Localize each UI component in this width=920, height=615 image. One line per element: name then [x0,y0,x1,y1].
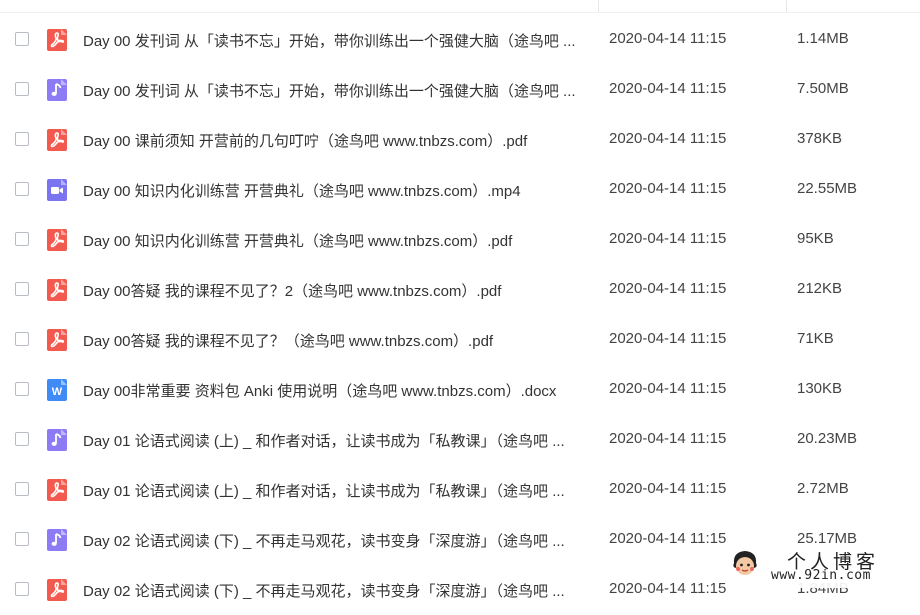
file-list-header [0,0,920,13]
file-size: 130KB [797,380,843,397]
file-name[interactable]: Day 00 知识内化训练营 开营典礼（途鸟吧 www.tnbzs.com）.m… [83,180,588,201]
file-name[interactable]: Day 00 发刊词 从「读书不忘」开始，带你训练出一个强健大脑（途鸟吧 ... [83,80,588,101]
file-name[interactable]: Day 02 论语式阅读 (下) _ 不再走马观花，读书变身「深度游」（途鸟吧 … [83,530,588,551]
file-size: 71KB [797,330,834,347]
file-row[interactable]: Day 01 论语式阅读 (上) _ 和作者对话，让读书成为「私教课」（途鸟吧 … [0,415,920,465]
row-checkbox[interactable] [15,532,29,546]
row-checkbox[interactable] [15,482,29,496]
file-modified-date: 2020-04-14 11:15 [609,80,727,97]
file-list: Day 00 发刊词 从「读书不忘」开始，带你训练出一个强健大脑（途鸟吧 ...… [0,15,920,615]
file-row[interactable]: Day 00 发刊词 从「读书不忘」开始，带你训练出一个强健大脑（途鸟吧 ...… [0,65,920,115]
column-separator[interactable] [598,0,599,12]
pdf-icon [47,579,67,601]
row-checkbox[interactable] [15,432,29,446]
pdf-icon [47,29,67,51]
file-row[interactable]: Day 00答疑 我的课程不见了？（途鸟吧 www.tnbzs.com）.pdf… [0,315,920,365]
audio-icon [47,79,67,101]
file-size: 2.72MB [797,480,849,497]
row-checkbox[interactable] [15,132,29,146]
row-checkbox[interactable] [15,32,29,46]
file-modified-date: 2020-04-14 11:15 [609,380,727,397]
file-row[interactable]: Day 00 知识内化训练营 开营典礼（途鸟吧 www.tnbzs.com）.m… [0,165,920,215]
file-row[interactable]: Day 00 知识内化训练营 开营典礼（途鸟吧 www.tnbzs.com）.p… [0,215,920,265]
watermark: 个人博客 www.92in.com [727,545,920,588]
row-checkbox[interactable] [15,282,29,296]
file-name[interactable]: Day 01 论语式阅读 (上) _ 和作者对话，让读书成为「私教课」（途鸟吧 … [83,480,588,501]
file-row[interactable]: Day 00 课前须知 开营前的几句叮咛（途鸟吧 www.tnbzs.com）.… [0,115,920,165]
file-size: 95KB [797,230,834,247]
row-checkbox[interactable] [15,232,29,246]
row-checkbox[interactable] [15,182,29,196]
row-checkbox[interactable] [15,332,29,346]
svg-text:W: W [52,386,63,398]
file-modified-date: 2020-04-14 11:15 [609,580,727,597]
pdf-icon [47,479,67,501]
row-checkbox[interactable] [15,582,29,596]
file-size: 22.55MB [797,180,858,197]
file-row[interactable]: Day 00 发刊词 从「读书不忘」开始，带你训练出一个强健大脑（途鸟吧 ...… [0,15,920,65]
file-modified-date: 2020-04-14 11:15 [609,30,727,47]
file-name[interactable]: Day 00 知识内化训练营 开营典礼（途鸟吧 www.tnbzs.com）.p… [83,230,588,251]
file-name[interactable]: Day 01 论语式阅读 (上) _ 和作者对话，让读书成为「私教课」（途鸟吧 … [83,430,588,451]
file-size: 7.50MB [797,80,849,97]
watermark-url: www.92in.com [771,568,871,583]
file-modified-date: 2020-04-14 11:15 [609,330,727,347]
file-name[interactable]: Day 00非常重要 资料包 Anki 使用说明（途鸟吧 www.tnbzs.c… [83,380,588,401]
pdf-icon [47,329,67,351]
pdf-icon [47,229,67,251]
audio-icon [47,529,67,551]
file-name[interactable]: Day 00 发刊词 从「读书不忘」开始，带你训练出一个强健大脑（途鸟吧 ... [83,30,588,51]
file-size: 1.14MB [797,30,849,47]
file-name[interactable]: Day 02 论语式阅读 (下) _ 不再走马观花，读书变身「深度游」（途鸟吧 … [83,580,588,601]
file-modified-date: 2020-04-14 11:15 [609,430,727,447]
word-icon: W [47,379,67,401]
file-modified-date: 2020-04-14 11:15 [609,230,727,247]
audio-icon [47,429,67,451]
row-checkbox[interactable] [15,382,29,396]
file-size: 20.23MB [797,430,858,447]
column-separator[interactable] [786,0,787,12]
avatar-logo-icon [731,549,759,579]
file-name[interactable]: Day 00答疑 我的课程不见了？2（途鸟吧 www.tnbzs.com）.pd… [83,280,588,301]
row-checkbox[interactable] [15,82,29,96]
file-row[interactable]: Day 00答疑 我的课程不见了？2（途鸟吧 www.tnbzs.com）.pd… [0,265,920,315]
file-modified-date: 2020-04-14 11:15 [609,180,727,197]
pdf-icon [47,129,67,151]
file-name[interactable]: Day 00 课前须知 开营前的几句叮咛（途鸟吧 www.tnbzs.com）.… [83,130,588,151]
file-modified-date: 2020-04-14 11:15 [609,130,727,147]
file-size: 378KB [797,130,843,147]
file-row[interactable]: Day 01 论语式阅读 (上) _ 和作者对话，让读书成为「私教课」（途鸟吧 … [0,465,920,515]
file-size: 212KB [797,280,843,297]
file-name[interactable]: Day 00答疑 我的课程不见了？（途鸟吧 www.tnbzs.com）.pdf [83,330,588,351]
pdf-icon [47,279,67,301]
file-modified-date: 2020-04-14 11:15 [609,480,727,497]
file-modified-date: 2020-04-14 11:15 [609,280,727,297]
file-row[interactable]: W Day 00非常重要 资料包 Anki 使用说明（途鸟吧 www.tnbzs.… [0,365,920,415]
file-modified-date: 2020-04-14 11:15 [609,530,727,547]
video-icon [47,179,67,201]
